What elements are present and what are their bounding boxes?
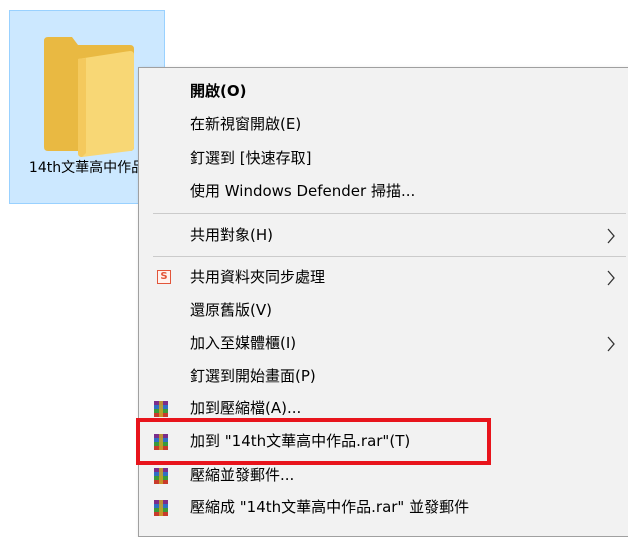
chevron-right-icon — [607, 270, 615, 286]
menu-item-pin-start[interactable]: 釘選到開始畫面(P) — [139, 361, 628, 392]
menu-item-label: 共用對象(H) — [190, 226, 273, 244]
chevron-right-icon — [607, 228, 615, 244]
winrar-icon — [154, 500, 168, 516]
menu-item-sync-folder[interactable]: S 共用資料夾同步處理 — [139, 262, 628, 293]
sync-s-icon: S — [157, 270, 171, 284]
menu-item-open[interactable]: 開啟(O) — [139, 76, 628, 107]
menu-item-compress-named-and-email[interactable]: 壓縮成 "14th文華高中作品.rar" 並發郵件 — [139, 492, 628, 523]
menu-item-pin-quick-access[interactable]: 釘選到 [快速存取] — [139, 143, 628, 174]
winrar-icon — [154, 401, 168, 417]
winrar-icon — [154, 468, 168, 484]
menu-item-share-with[interactable]: 共用對象(H) — [139, 220, 628, 251]
menu-item-defender-scan[interactable]: 使用 Windows Defender 掃描... — [139, 176, 628, 207]
menu-item-label: 使用 Windows Defender 掃描... — [190, 182, 416, 200]
menu-item-label: 共用資料夾同步處理 — [190, 268, 326, 286]
menu-item-label: 壓縮成 "14th文華高中作品.rar" 並發郵件 — [190, 498, 470, 516]
chevron-right-icon — [607, 336, 615, 352]
highlight-annotation — [136, 418, 491, 465]
menu-separator — [153, 213, 626, 214]
menu-item-label: 開啟(O) — [190, 82, 247, 100]
menu-separator — [153, 256, 626, 257]
folder-icon — [44, 37, 134, 157]
menu-item-add-to-library[interactable]: 加入至媒體櫃(I) — [139, 328, 628, 359]
menu-item-label: 加入至媒體櫃(I) — [190, 334, 297, 352]
menu-item-label: 在新視窗開啟(E) — [190, 115, 302, 133]
menu-item-label: 還原舊版(V) — [190, 301, 272, 319]
context-menu: 開啟(O) 在新視窗開啟(E) 釘選到 [快速存取] 使用 Windows De… — [138, 67, 628, 537]
menu-item-open-new-window[interactable]: 在新視窗開啟(E) — [139, 109, 628, 140]
menu-item-label: 釘選到 [快速存取] — [190, 149, 312, 167]
menu-item-label: 釘選到開始畫面(P) — [190, 367, 316, 385]
menu-item-restore-previous[interactable]: 還原舊版(V) — [139, 295, 628, 326]
